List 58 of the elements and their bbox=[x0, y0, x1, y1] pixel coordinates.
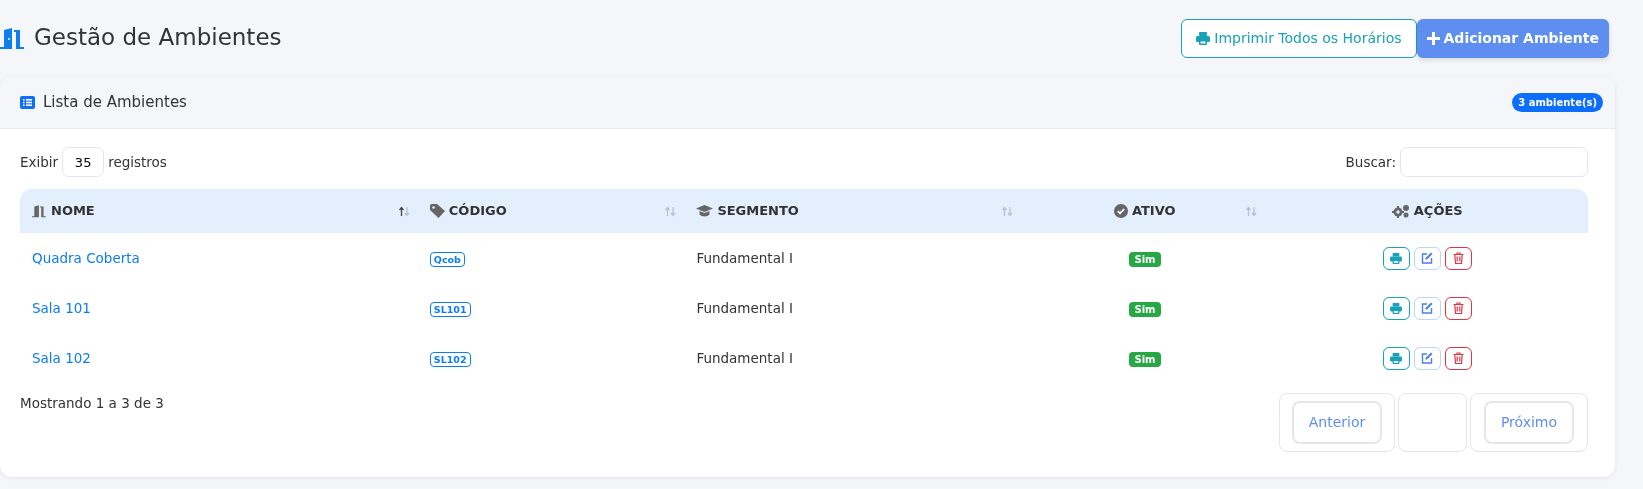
name-link[interactable]: Sala 101 bbox=[32, 299, 91, 316]
code-tag: SL101 bbox=[429, 301, 471, 317]
edit-icon bbox=[1421, 302, 1434, 314]
edit-icon bbox=[1421, 352, 1434, 364]
count-badge: 3 ambiente(s) bbox=[1512, 93, 1603, 112]
printer-icon bbox=[1390, 352, 1403, 364]
length-field[interactable]: 35 bbox=[62, 147, 105, 177]
next-button[interactable]: Próximo bbox=[1483, 401, 1575, 444]
edit-icon bbox=[1421, 252, 1434, 264]
page-box bbox=[1398, 393, 1467, 452]
door-icon bbox=[32, 204, 47, 218]
edit-button[interactable] bbox=[1413, 246, 1441, 270]
printer-icon bbox=[1196, 31, 1211, 45]
length-label: registros bbox=[108, 152, 167, 172]
trash-icon bbox=[1452, 352, 1464, 364]
print-button[interactable] bbox=[1382, 346, 1410, 370]
name-link[interactable]: Quadra Coberta bbox=[32, 249, 140, 266]
table-cell: Fundamental I bbox=[696, 249, 793, 266]
previous-button[interactable]: Anterior bbox=[1291, 401, 1383, 444]
code-tag: Qcob bbox=[429, 251, 465, 267]
plus-icon bbox=[1426, 31, 1440, 45]
delete-button[interactable] bbox=[1444, 246, 1472, 270]
status-badge: Sim bbox=[1129, 301, 1161, 317]
add-button[interactable]: Adicionar Ambiente bbox=[1416, 18, 1609, 58]
list-icon bbox=[20, 96, 35, 109]
trash-icon bbox=[1452, 302, 1464, 314]
table-cell: Fundamental I bbox=[696, 349, 793, 366]
status-badge: Sim bbox=[1129, 251, 1161, 267]
edit-button[interactable] bbox=[1413, 346, 1441, 370]
gears-icon bbox=[1391, 204, 1410, 218]
trash-icon bbox=[1452, 252, 1464, 264]
name-link[interactable]: Sala 102 bbox=[32, 349, 91, 366]
edit-button[interactable] bbox=[1413, 296, 1441, 320]
column-header[interactable]: ATIVO bbox=[1131, 201, 1176, 221]
printer-icon bbox=[1390, 252, 1403, 264]
delete-button[interactable] bbox=[1444, 346, 1472, 370]
length-label: Exibir bbox=[20, 152, 59, 172]
graduation-cap-icon bbox=[696, 205, 714, 217]
column-header[interactable]: SEGMENTO bbox=[717, 201, 799, 221]
table-cell: Fundamental I bbox=[696, 299, 793, 316]
print-button[interactable] bbox=[1382, 246, 1410, 270]
page-title: Gestão de Ambientes bbox=[34, 24, 282, 52]
tag-icon bbox=[429, 204, 445, 218]
door-icon bbox=[0, 27, 26, 49]
delete-button[interactable] bbox=[1444, 296, 1472, 320]
column-header[interactable]: CÓDIGO bbox=[448, 201, 507, 221]
printer-icon bbox=[1390, 302, 1403, 314]
check-circle-icon bbox=[1113, 204, 1128, 218]
print-button[interactable] bbox=[1382, 296, 1410, 320]
print-all-button[interactable]: Imprimir Todos os Horários bbox=[1181, 18, 1417, 58]
search-field[interactable] bbox=[1400, 147, 1588, 177]
card-title: Lista de Ambientes bbox=[43, 92, 187, 114]
table-info: Mostrando 1 a 3 de 3 bbox=[20, 394, 164, 413]
search-label: Buscar: bbox=[1345, 152, 1396, 172]
code-tag: SL102 bbox=[429, 351, 471, 367]
column-header[interactable]: NOME bbox=[51, 201, 95, 221]
status-badge: Sim bbox=[1129, 351, 1161, 367]
column-header[interactable]: AÇÕES bbox=[1413, 201, 1463, 221]
